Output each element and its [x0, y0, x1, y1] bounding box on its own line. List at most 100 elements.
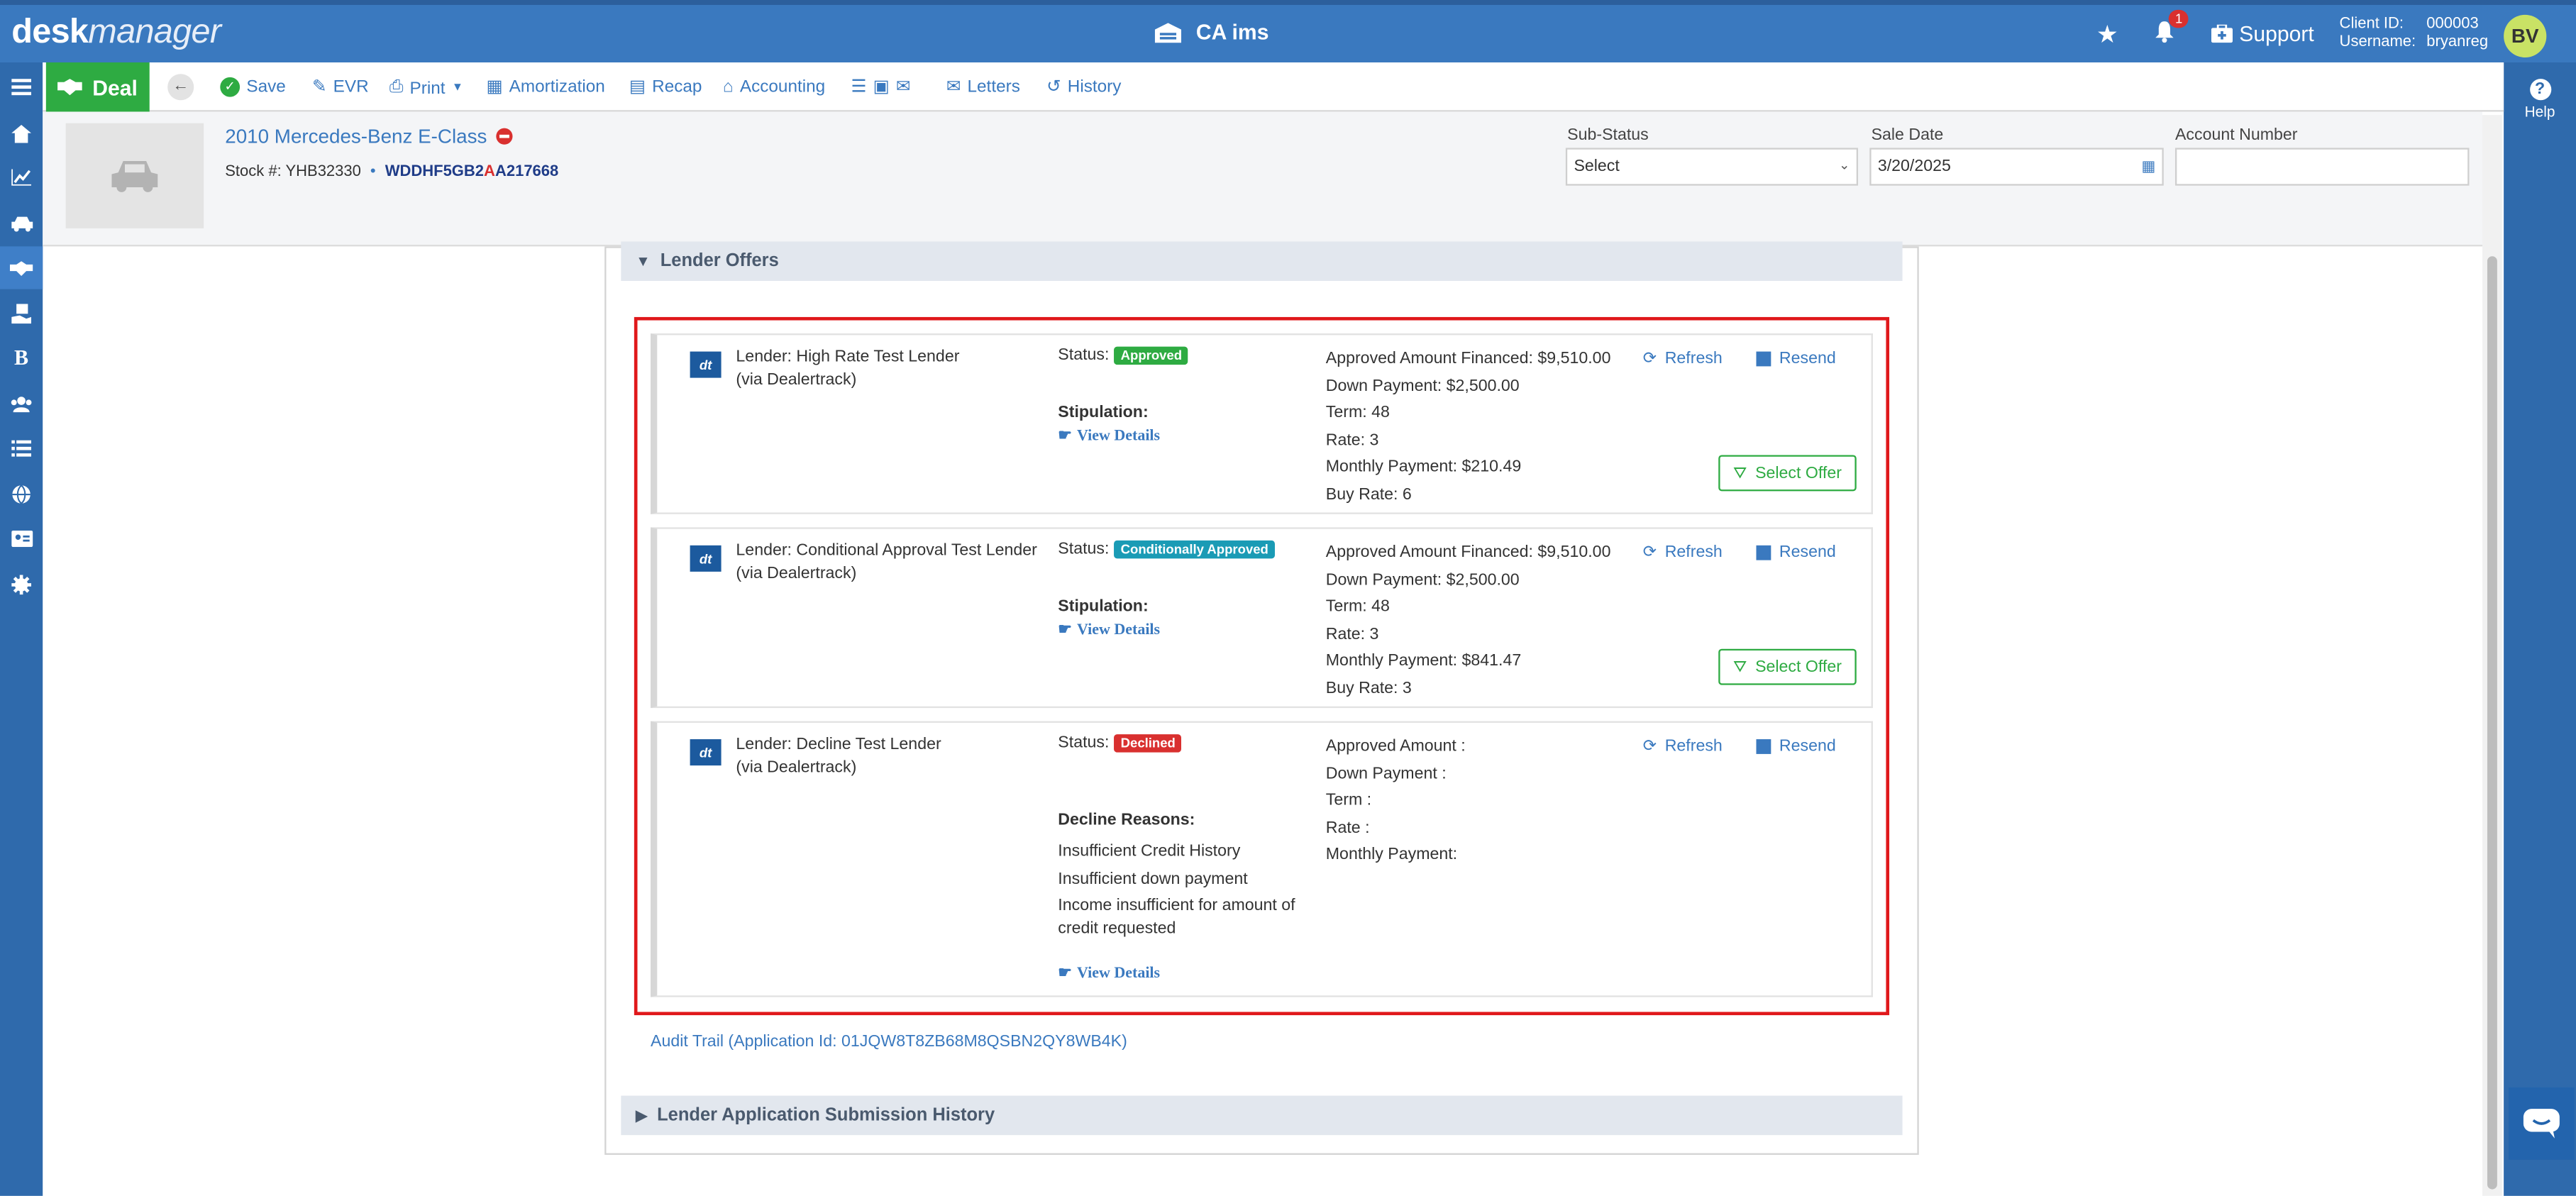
refresh-icon: ⟳: [1642, 737, 1657, 756]
bhph-icon[interactable]: B: [0, 337, 43, 380]
dealertrack-logo: dt: [690, 351, 722, 378]
evr-button[interactable]: ✎ EVR: [312, 77, 369, 97]
users-icon[interactable]: [0, 383, 43, 426]
account-number-label: Account Number: [2174, 126, 2298, 145]
gear-icon[interactable]: [0, 563, 43, 606]
page-scrollbar[interactable]: [2482, 115, 2502, 1196]
refresh-button[interactable]: ⟳ Refresh: [1643, 350, 1723, 367]
pointing-hand-icon: ☛: [1058, 428, 1073, 445]
status-label: Status:: [1058, 540, 1110, 559]
list-icon[interactable]: [0, 427, 43, 470]
resend-button[interactable]: Resend: [1756, 543, 1836, 562]
term: Term: 48: [1325, 404, 1390, 423]
status-badge: Conditionally Approved: [1114, 540, 1276, 559]
accounting-button[interactable]: ⌂ Accounting: [723, 77, 825, 97]
accounting-label: Accounting: [739, 77, 826, 97]
dealertrack-logo: dt: [690, 739, 722, 766]
resend-button[interactable]: Resend: [1756, 350, 1836, 368]
view-details-link[interactable]: ☛ View Details: [1058, 964, 1160, 982]
recap-button[interactable]: ▤ Recap: [629, 77, 702, 97]
menu-icon[interactable]: [0, 66, 43, 109]
refresh-label: Refresh: [1664, 543, 1723, 562]
offer-card-declined: dt Lender: Decline Test Lender (via Deale…: [651, 721, 1873, 997]
lender-source: (via Dealertrack): [736, 565, 857, 584]
calendar-icon[interactable]: ▦: [2141, 157, 2155, 175]
dealership-title[interactable]: CA ims: [1154, 19, 1269, 45]
deal-tab[interactable]: Deal: [45, 62, 150, 112]
username: bryanreg: [2426, 33, 2489, 51]
select-offer-label: Select Offer: [1755, 464, 1842, 482]
client-info: Client ID: 000003 Username: bryanreg: [2340, 15, 2489, 51]
account-number-input[interactable]: [2174, 148, 2470, 186]
minus-circle-icon[interactable]: [497, 128, 514, 145]
envelope-icon: ✉: [946, 77, 961, 97]
handshake-icon[interactable]: [0, 246, 43, 289]
decline-reason: Income insufficient for amount of credit…: [1058, 897, 1295, 938]
offer-terms: Approved Amount Financed: $9,510.00 Down…: [1326, 347, 1611, 509]
edit-square-icon: [1756, 545, 1771, 560]
lender-name: Lender: Decline Test Lender: [736, 736, 941, 754]
refresh-button[interactable]: ⟳ Refresh: [1643, 543, 1723, 561]
sale-date-value: 3/20/2025: [1877, 157, 1951, 176]
tasks-icon: ☰: [851, 77, 867, 97]
chart-icon[interactable]: [0, 156, 43, 199]
vin[interactable]: WDDHF5GB2AA217668: [385, 162, 559, 180]
vehicle-photo-placeholder[interactable]: [65, 123, 204, 228]
vehicle-header: 2010 Mercedes-Benz E-Class Stock #: YHB3…: [43, 111, 2483, 247]
screen: deskmanager CA ims ★ 1 Support Client ID…: [0, 0, 2576, 1196]
print-dropdown[interactable]: ⎙ Print ▼: [389, 77, 463, 99]
refresh-icon: ⟳: [1642, 543, 1657, 562]
refresh-button[interactable]: ⟳ Refresh: [1643, 738, 1723, 755]
caret-down-icon: ▼: [451, 82, 463, 94]
sub-status-select[interactable]: Select ⌄: [1565, 148, 1859, 186]
question-icon: ?: [2529, 79, 2551, 101]
logo[interactable]: deskmanager: [11, 13, 221, 53]
lender-name: Lender: High Rate Test Lender: [736, 348, 960, 367]
lender-offers-header[interactable]: ▼ Lender Offers: [621, 241, 1903, 281]
submission-history-header[interactable]: ▶ Lender Application Submission History: [621, 1095, 1903, 1136]
id-card-icon[interactable]: [0, 517, 43, 560]
resend-button[interactable]: Resend: [1756, 738, 1836, 755]
view-details-link[interactable]: ☛ View Details: [1058, 621, 1160, 638]
term: Term: 48: [1325, 597, 1390, 616]
help-label: Help: [2524, 103, 2555, 121]
help-button[interactable]: ? Help: [2504, 79, 2576, 120]
select-offer-button[interactable]: ⛛ Select Offer: [1718, 455, 1857, 492]
logo-light: manager: [88, 13, 221, 51]
audit-trail-link[interactable]: Audit Trail (Application Id: 01JQW8T8ZB6…: [651, 1034, 1127, 1051]
status-label: Status:: [1058, 346, 1110, 365]
select-offer-button[interactable]: ⛛ Select Offer: [1718, 648, 1857, 685]
hands-money-icon[interactable]: [0, 292, 43, 335]
tasks-notes-button[interactable]: ☰ ▣ ✉: [851, 77, 911, 97]
support-button[interactable]: Support: [2211, 21, 2314, 46]
amortization-button[interactable]: ▦ Amortization: [486, 77, 604, 97]
scrollbar-thumb[interactable]: [2487, 256, 2497, 1190]
letters-button[interactable]: ✉ Letters: [946, 77, 1020, 97]
logo-bold: desk: [11, 13, 89, 51]
view-details-label: View Details: [1077, 965, 1161, 982]
history-button[interactable]: ↺ History: [1046, 77, 1121, 97]
down-payment: Down Payment: $2,500.00: [1325, 377, 1520, 395]
view-details-link[interactable]: ☛ View Details: [1058, 427, 1160, 445]
rate: Rate: 3: [1325, 625, 1379, 643]
history-label: History: [1067, 77, 1122, 97]
car-icon[interactable]: [0, 202, 43, 245]
medkit-icon: [2211, 24, 2233, 43]
save-button[interactable]: ✓ Save: [220, 77, 286, 97]
status-row: Status: Approved: [1058, 346, 1189, 365]
vehicle-title[interactable]: 2010 Mercedes-Benz E-Class: [225, 125, 514, 148]
handshake-icon: ⛛: [1733, 658, 1747, 676]
back-arrow-icon[interactable]: ←: [167, 74, 194, 101]
avatar[interactable]: BV: [2504, 14, 2547, 58]
star-icon[interactable]: ★: [2096, 20, 2118, 50]
client-id: 000003: [2426, 14, 2479, 33]
chat-button[interactable]: [2509, 1087, 2575, 1160]
home-icon[interactable]: [0, 111, 43, 154]
globe-icon[interactable]: [0, 473, 43, 516]
chevron-down-icon: ▼: [636, 253, 651, 270]
sale-date-input[interactable]: 3/20/2025 ▦: [1869, 148, 2164, 186]
stock-number: YHB32330: [285, 162, 361, 181]
dealership-name: CA ims: [1195, 19, 1269, 45]
chat-icon: [2523, 1109, 2560, 1139]
evr-label: EVR: [333, 77, 369, 97]
